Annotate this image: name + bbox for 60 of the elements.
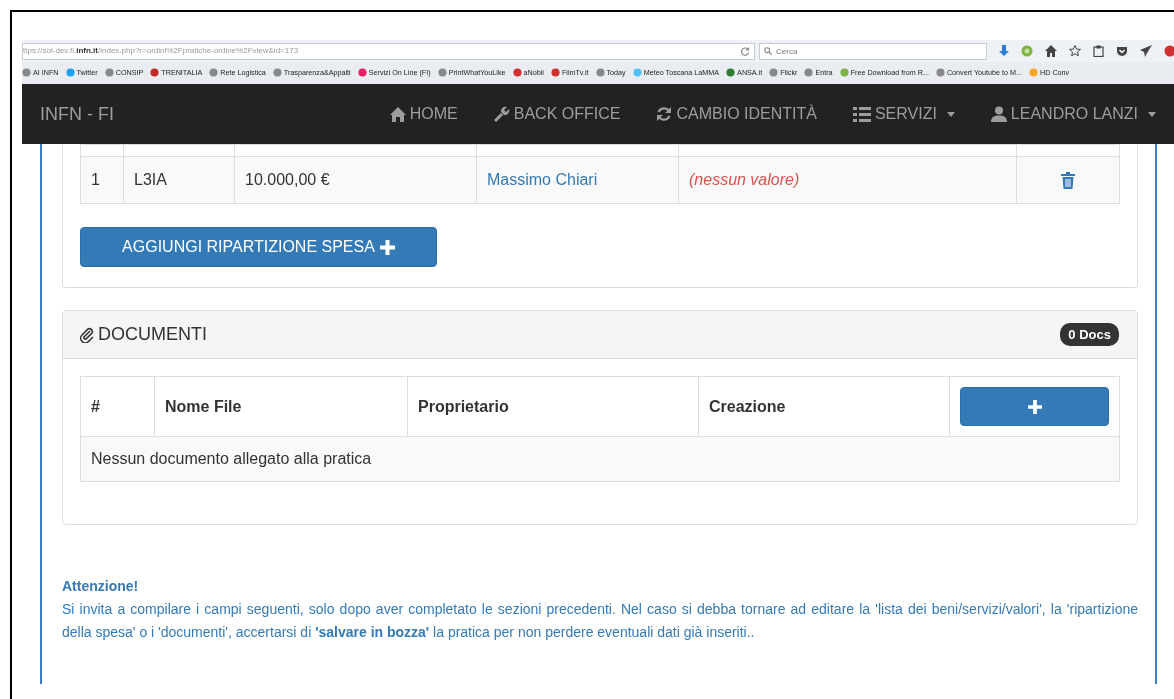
home-icon bbox=[389, 106, 406, 122]
bookmark-icon bbox=[839, 68, 849, 78]
column-header: Nome File bbox=[154, 376, 408, 437]
column-header: Creazione bbox=[698, 376, 950, 437]
bookmark-icon bbox=[437, 68, 447, 78]
brand-name[interactable]: INFN - FI bbox=[40, 100, 114, 128]
nav-link[interactable]: HOME bbox=[389, 102, 458, 126]
clipboard-icon[interactable] bbox=[1093, 45, 1104, 57]
column-header: Proprietario bbox=[407, 376, 699, 437]
nav-link[interactable]: BACK OFFICE bbox=[493, 102, 621, 126]
table-cell: 1 bbox=[80, 156, 124, 204]
dropdown-toggle-link[interactable]: SERVIZI bbox=[852, 102, 955, 126]
bookmark-icon bbox=[804, 68, 814, 78]
docs-count: 0 Docs bbox=[1060, 322, 1119, 347]
table-cell: L3IA bbox=[123, 156, 235, 204]
star-icon[interactable] bbox=[1069, 45, 1081, 57]
bookmark-icon bbox=[632, 68, 642, 78]
paperclip-icon bbox=[79, 326, 95, 343]
panel-title: DOCUMENTI bbox=[98, 323, 207, 346]
caret-icon bbox=[1148, 111, 1156, 117]
bookmark-icon bbox=[22, 68, 31, 78]
refresh-icon bbox=[656, 106, 673, 122]
caret-icon bbox=[946, 111, 955, 117]
column-header: # bbox=[80, 376, 155, 437]
plus-icon bbox=[379, 239, 395, 255]
search-field[interactable]: Cerca bbox=[759, 42, 987, 60]
wrench-icon bbox=[493, 106, 510, 122]
table-cell: (nessun valore) bbox=[678, 156, 1017, 204]
table-cell: 10.000,00 € bbox=[234, 156, 477, 204]
bookmark-icon bbox=[150, 68, 160, 78]
bookmark-icon bbox=[550, 68, 560, 78]
bookmark-icon bbox=[209, 68, 219, 78]
pocket-icon[interactable] bbox=[1116, 45, 1128, 57]
bookmark-icon bbox=[1029, 68, 1039, 78]
url-text: ttps://sol-dev.fi.infn.it/index.php?r=ordini%2Fpratiche-ordine%2Fview&id=173 bbox=[23, 45, 299, 57]
bookmark-icon bbox=[272, 68, 282, 78]
list-icon bbox=[852, 106, 871, 122]
delete-icon[interactable] bbox=[1061, 172, 1075, 190]
nav-link[interactable]: CAMBIO IDENTITÀ bbox=[656, 102, 817, 126]
address-bar[interactable]: ttps://sol-dev.fi.infn.it/index.php?r=ordini%2Fpratiche-ordine%2Fview&id=173 bbox=[22, 42, 755, 60]
bookmark-icon bbox=[512, 68, 522, 78]
download-icon[interactable] bbox=[999, 45, 1009, 57]
bookmark-icon bbox=[357, 68, 367, 78]
notice-text: Si invita a compilare i campi seguenti, solo dopo aver completato le sezioni precedenti. Nel caso si debba tornare ad editare la 'lista dei beni/servizi/valori', la 'ripartizione della spesa' o i 'documenti', accertarsi di 'salvare in bozza' la pratica per non perdere eventuali dati già inseriti.. bbox=[62, 600, 1138, 642]
reload-icon[interactable] bbox=[741, 46, 750, 56]
bookmark-icon bbox=[935, 68, 945, 78]
bookmark-icon bbox=[104, 68, 114, 78]
send-icon[interactable] bbox=[1140, 45, 1152, 57]
home-icon[interactable] bbox=[1045, 45, 1057, 57]
bookmark-icon bbox=[726, 68, 736, 78]
empty-message: Nessun documento allegato alla pratica bbox=[80, 436, 1120, 482]
bookmark-icon bbox=[769, 68, 779, 78]
user-icon bbox=[990, 106, 1007, 122]
bookmark-icon bbox=[595, 68, 605, 78]
notice-title: Attenzione! bbox=[62, 577, 140, 596]
plus-icon bbox=[1027, 399, 1042, 414]
add-expense-button[interactable]: AGGIUNGI RIPARTIZIONE SPESA bbox=[80, 227, 437, 267]
bookmark-icon bbox=[65, 68, 75, 78]
table-cell[interactable]: Massimo Chiari bbox=[476, 156, 679, 204]
dropdown-toggle-link[interactable]: LEANDRO LANZI bbox=[990, 102, 1156, 126]
